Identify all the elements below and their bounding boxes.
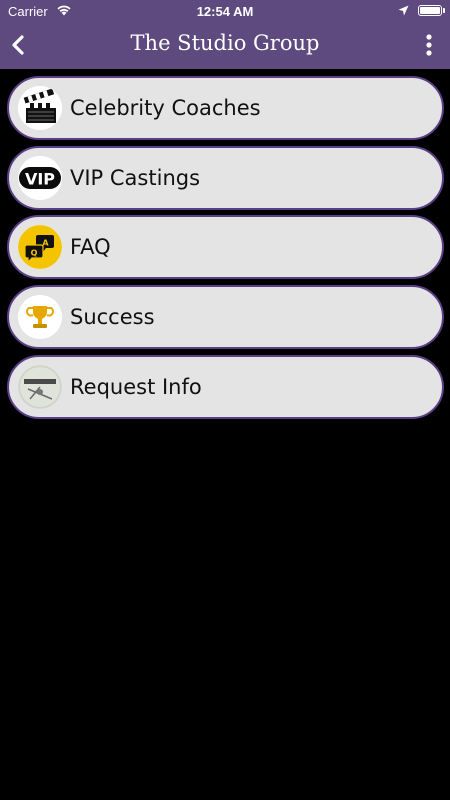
clapperboard-icon [18, 86, 62, 130]
back-button[interactable] [4, 28, 32, 62]
navigation-bar: The Studio Group [0, 22, 450, 69]
menu-item-request-info[interactable]: Request Info [7, 355, 444, 419]
battery-nub [443, 8, 445, 13]
more-vertical-icon [426, 34, 432, 56]
location-arrow-icon [398, 5, 409, 16]
battery-icon [418, 5, 442, 16]
more-options-button[interactable] [414, 30, 444, 60]
chevron-left-icon [12, 35, 24, 55]
menu-item-celebrity-coaches[interactable]: Celebrity Coaches [7, 76, 444, 140]
app-header: Carrier 12:54 AM The Studio Group [0, 0, 450, 69]
status-time: 12:54 AM [196, 4, 254, 19]
trophy-icon [18, 295, 62, 339]
menu-item-success[interactable]: Success [7, 285, 444, 349]
faq-icon: A Q [18, 225, 62, 269]
menu-item-label: VIP Castings [70, 166, 201, 190]
svg-text:VIP: VIP [25, 170, 55, 189]
battery-level-fill [420, 7, 440, 14]
menu-item-label: Request Info [70, 375, 202, 399]
menu-item-faq[interactable]: A Q FAQ [7, 215, 444, 279]
menu-item-label: Celebrity Coaches [70, 96, 261, 120]
request-info-icon [18, 365, 62, 409]
menu-item-vip-castings[interactable]: VIP VIP Castings [7, 146, 444, 210]
vip-icon: VIP [18, 156, 62, 200]
menu-item-label: Success [70, 305, 155, 329]
svg-text:Q: Q [31, 249, 38, 258]
menu-item-label: FAQ [70, 235, 111, 259]
page-title: The Studio Group [130, 31, 320, 55]
status-bar: Carrier 12:54 AM [0, 0, 450, 22]
